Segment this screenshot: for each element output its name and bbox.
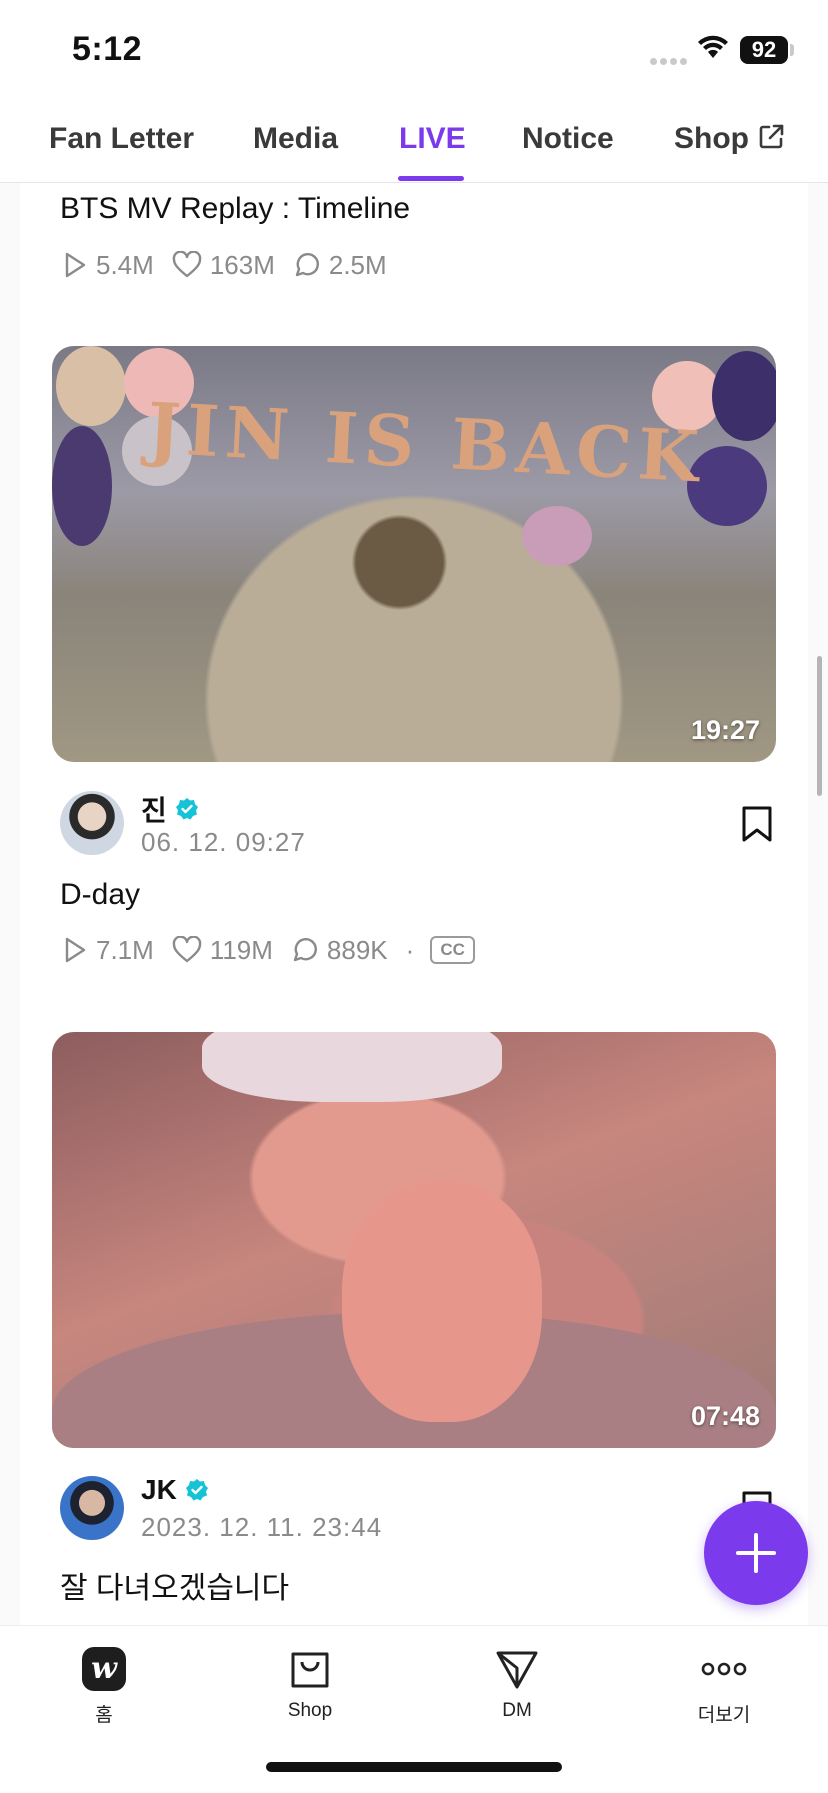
tab-fan-letter[interactable]: Fan Letter <box>49 122 194 156</box>
weverse-logo-icon: w <box>82 1647 126 1691</box>
post-author[interactable]: JK <box>141 1474 209 1506</box>
battery-tip <box>790 44 794 56</box>
nav-dm[interactable]: DM <box>457 1644 577 1722</box>
like-count: 163M <box>209 249 275 280</box>
home-indicator <box>266 1762 562 1772</box>
avatar[interactable] <box>60 791 124 855</box>
cellular-signal-icon <box>650 52 690 70</box>
post-title[interactable]: D-day <box>60 878 140 912</box>
external-link-icon <box>759 124 784 149</box>
nav-label: Shop <box>287 1700 333 1721</box>
nav-home[interactable]: w 홈 <box>44 1644 164 1727</box>
comment-count: 889K <box>326 934 388 965</box>
active-tab-indicator <box>398 176 464 181</box>
post-date: 2023. 12. 11. 23:44 <box>141 1512 383 1542</box>
closed-captions-badge: CC <box>430 936 475 964</box>
nav-label: 홈 <box>95 1705 113 1726</box>
comment-icon <box>293 938 317 962</box>
video-thumbnail[interactable]: 07:48 <box>52 1032 776 1448</box>
post-author[interactable]: 진 <box>141 789 199 829</box>
tab-notice[interactable]: Notice <box>522 122 614 156</box>
play-count: 5.4M <box>96 249 154 280</box>
post-title[interactable]: 잘 다녀오겠습니다 <box>60 1563 289 1607</box>
comment-icon <box>295 253 319 277</box>
status-time: 5:12 <box>72 30 143 68</box>
video-duration: 19:27 <box>690 715 760 745</box>
tab-bar: Fan Letter Media LIVE Notice Shop <box>0 96 828 183</box>
more-dots-icon <box>701 1662 747 1676</box>
avatar[interactable] <box>60 1476 124 1540</box>
tab-live[interactable]: LIVE <box>399 122 466 156</box>
wifi-icon <box>698 35 728 58</box>
battery-icon: 92 <box>740 36 788 64</box>
heart-icon <box>172 936 202 963</box>
shopping-bag-icon <box>291 1652 329 1688</box>
nav-label: 더보기 <box>697 1705 751 1726</box>
live-feed[interactable]: BTS MV Replay : Timeline 5.4M 163M 2.5M … <box>0 183 828 1625</box>
author-name: JK <box>141 1474 177 1505</box>
comment-count: 2.5M <box>328 249 387 280</box>
thumbnail-text: JIN IS BACK <box>145 386 707 499</box>
verified-badge-icon <box>185 1479 208 1501</box>
separator-dot: · <box>405 934 415 965</box>
video-thumbnail[interactable]: JIN IS BACK 19:27 <box>52 346 776 762</box>
author-name: 진 <box>141 795 167 826</box>
nav-more[interactable]: 더보기 <box>664 1644 784 1727</box>
nav-shop[interactable]: Shop <box>250 1644 370 1722</box>
video-duration: 07:48 <box>690 1401 760 1431</box>
verified-badge-icon <box>175 798 198 820</box>
post-stats: 5.4M 163M 2.5M <box>62 247 405 283</box>
paper-plane-icon <box>496 1651 538 1689</box>
play-count: 7.1M <box>96 934 154 965</box>
tab-shop-label: Shop <box>674 122 749 155</box>
like-count: 119M <box>209 934 273 965</box>
tab-shop[interactable]: Shop <box>674 122 785 156</box>
post-date: 06. 12. 09:27 <box>141 827 306 857</box>
heart-icon <box>172 251 202 278</box>
post-title[interactable]: BTS MV Replay : Timeline <box>60 192 410 226</box>
play-icon <box>65 937 86 963</box>
scrollbar[interactable] <box>817 656 822 796</box>
status-bar: 5:12 92 <box>0 0 828 96</box>
post-stats: 7.1M 119M 889K · CC <box>62 932 475 968</box>
play-icon <box>65 252 86 278</box>
tab-media[interactable]: Media <box>253 122 338 156</box>
create-post-button[interactable] <box>704 1501 808 1605</box>
plus-icon <box>736 1533 776 1573</box>
nav-label: DM <box>502 1700 532 1721</box>
bookmark-icon[interactable] <box>740 805 774 843</box>
